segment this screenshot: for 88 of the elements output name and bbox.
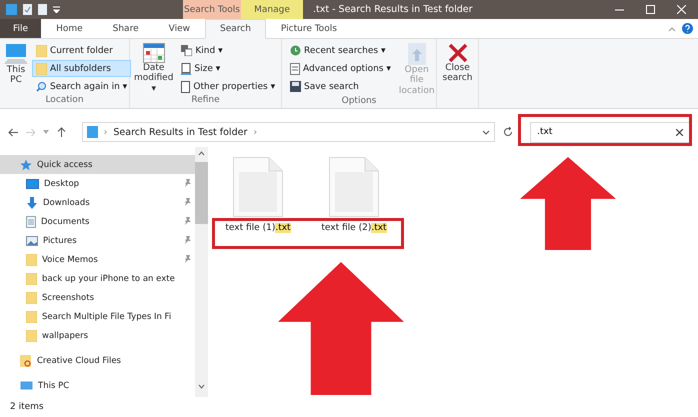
close-icon[interactable] bbox=[677, 5, 686, 14]
all-subfolders-button[interactable]: All subfolders bbox=[32, 60, 132, 77]
scroll-up-icon[interactable] bbox=[198, 151, 205, 156]
pin-icon bbox=[184, 178, 191, 186]
folder-icon bbox=[36, 44, 47, 56]
computer-icon bbox=[4, 43, 28, 65]
collapse-icon[interactable] bbox=[668, 26, 676, 32]
search-input[interactable]: .txt bbox=[537, 127, 676, 137]
size-icon bbox=[181, 62, 192, 74]
help-icon[interactable] bbox=[682, 23, 693, 34]
computer-icon bbox=[20, 380, 33, 390]
folder-icon bbox=[20, 354, 32, 366]
folder-icon bbox=[26, 272, 37, 284]
scroll-down-icon[interactable] bbox=[198, 384, 205, 389]
nav-item[interactable]: Pictures bbox=[0, 231, 195, 250]
ribbon-tab[interactable]: Search bbox=[204, 19, 266, 39]
nav-item[interactable]: This PC bbox=[0, 376, 195, 395]
search-again-button[interactable]: Search again in ▾ bbox=[32, 78, 132, 95]
path-segment[interactable]: Search Results in Test folder bbox=[113, 126, 248, 138]
file-name: text file (1).txt bbox=[225, 223, 291, 233]
kind-icon bbox=[181, 45, 192, 56]
recent-searches-button[interactable]: Recent searches ▾ bbox=[286, 42, 395, 59]
advanced-options-button[interactable]: Advanced options ▾ bbox=[286, 60, 395, 77]
folder-icon bbox=[26, 292, 37, 304]
context-tab-label: Search Tools bbox=[183, 0, 241, 19]
up-icon[interactable] bbox=[56, 127, 66, 137]
nav-item[interactable]: Downloads bbox=[0, 193, 195, 212]
nav-item[interactable]: Screenshots bbox=[0, 288, 195, 307]
refresh-icon[interactable] bbox=[502, 127, 512, 137]
folder-icon bbox=[26, 310, 37, 322]
document-icon bbox=[26, 216, 36, 228]
current-folder-button[interactable]: Current folder bbox=[32, 42, 132, 59]
other-properties-button[interactable]: Other properties ▾ bbox=[177, 78, 280, 95]
save-icon bbox=[290, 81, 301, 92]
star-icon bbox=[20, 158, 32, 170]
folder-icon bbox=[86, 126, 98, 138]
nav-item[interactable]: Desktop bbox=[0, 174, 195, 193]
folder-icon bbox=[26, 254, 37, 266]
history-icon bbox=[290, 45, 301, 56]
kind-button[interactable]: Kind ▾ bbox=[177, 42, 280, 59]
pin-icon bbox=[184, 254, 191, 262]
pin-icon bbox=[184, 198, 191, 206]
maximize-icon[interactable] bbox=[646, 5, 655, 14]
nav-item[interactable]: Creative Cloud Files bbox=[0, 351, 195, 370]
date-modified-button[interactable]: Date modified ▾ bbox=[134, 41, 174, 95]
file-item[interactable]: text file (1).txt bbox=[214, 157, 302, 233]
download-icon bbox=[26, 196, 38, 208]
group-label: Refine bbox=[190, 95, 221, 107]
save-search-button[interactable]: Save search bbox=[286, 78, 395, 95]
nav-item[interactable]: Voice Memos bbox=[0, 250, 195, 269]
window-title: .txt - Search Results in Test folder bbox=[312, 3, 474, 17]
pictures-icon bbox=[26, 236, 38, 246]
pin-icon bbox=[184, 216, 191, 224]
this-pc-button[interactable]: This PC bbox=[4, 41, 28, 95]
nav-item[interactable]: Documents bbox=[0, 212, 195, 231]
item-count: 2 items bbox=[10, 402, 44, 412]
nav-item[interactable]: Quick access bbox=[0, 155, 195, 174]
file-item[interactable]: text file (2).txt bbox=[310, 157, 398, 233]
file-name: text file (2).txt bbox=[321, 223, 387, 233]
group-label: Options bbox=[340, 96, 378, 108]
calendar-icon bbox=[142, 43, 165, 63]
close-search-button[interactable]: Close search bbox=[441, 41, 474, 94]
search-field[interactable]: .txt bbox=[530, 122, 690, 142]
folder-icon bbox=[6, 4, 17, 15]
scrollbar[interactable] bbox=[195, 147, 208, 397]
group-label: Location bbox=[44, 95, 85, 107]
nav-item[interactable]: wallpapers bbox=[0, 326, 195, 345]
nav-item[interactable]: Search Multiple File Types In Fi bbox=[0, 307, 195, 326]
back-icon[interactable] bbox=[8, 128, 18, 136]
dropdown-icon[interactable] bbox=[482, 130, 490, 134]
context-tab-label: Manage bbox=[241, 0, 303, 19]
pin-icon bbox=[184, 236, 191, 244]
size-button[interactable]: Size ▾ bbox=[177, 60, 280, 77]
properties-icon[interactable] bbox=[23, 4, 32, 15]
document-icon bbox=[181, 80, 190, 92]
ribbon-tab[interactable]: File bbox=[0, 19, 42, 38]
clear-icon[interactable] bbox=[676, 128, 683, 136]
desktop-icon bbox=[26, 178, 39, 188]
text-file-icon bbox=[329, 157, 379, 217]
breadcrumb-separator[interactable]: › bbox=[253, 126, 258, 138]
search-icon bbox=[36, 81, 47, 92]
address-bar[interactable]: › Search Results in Test folder › bbox=[82, 122, 495, 142]
close-icon bbox=[448, 43, 468, 63]
breadcrumb-separator[interactable]: › bbox=[104, 126, 108, 138]
text-file-icon bbox=[233, 157, 283, 217]
options-icon bbox=[290, 62, 300, 74]
nav-item[interactable]: back up your iPhone to an exte bbox=[0, 269, 195, 288]
folder-icon bbox=[26, 330, 37, 342]
